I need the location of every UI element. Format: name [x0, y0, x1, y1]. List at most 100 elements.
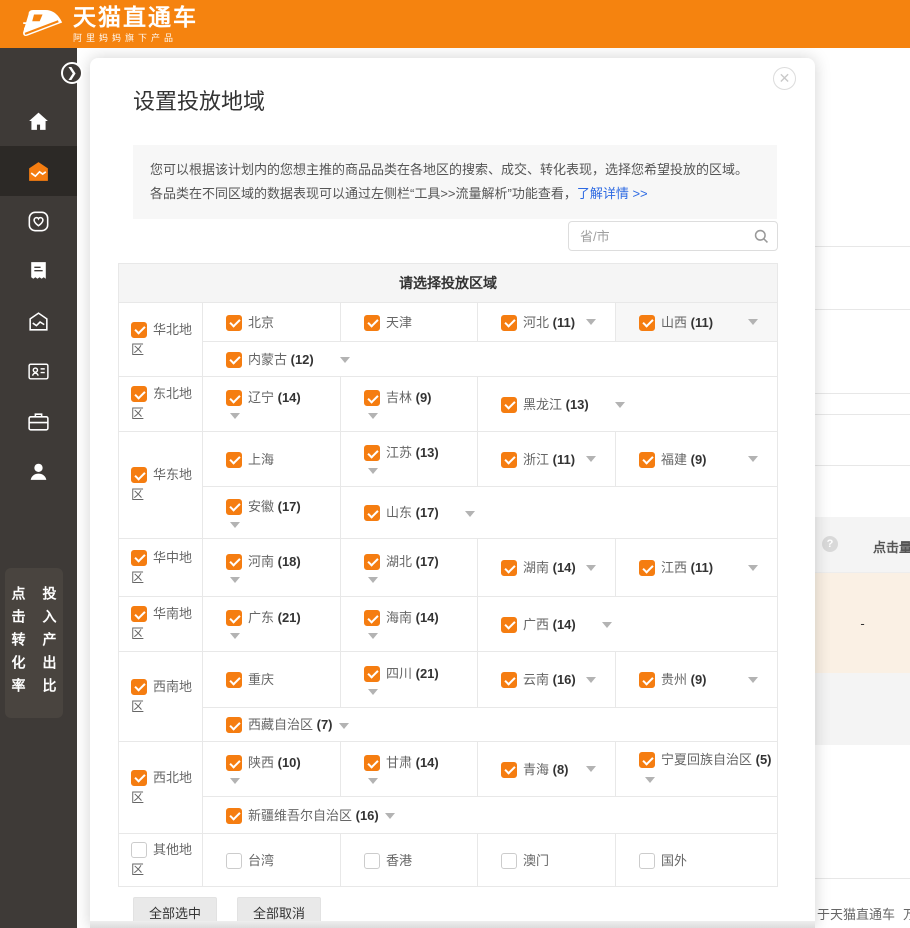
region-checkbox[interactable] — [501, 762, 517, 778]
region-checkbox[interactable] — [501, 672, 517, 688]
region-checkbox[interactable] — [364, 315, 380, 331]
chevron-down-icon[interactable] — [368, 633, 378, 639]
region-checkbox[interactable] — [131, 842, 147, 858]
chevron-down-icon[interactable] — [586, 677, 596, 683]
brand-logo[interactable]: 天猫直通车 阿里妈妈旗下产品 — [22, 5, 198, 44]
region-group-cell[interactable]: 其他地区 — [119, 834, 203, 887]
region-checkbox[interactable] — [364, 853, 380, 869]
region-checkbox[interactable] — [226, 554, 242, 570]
province-option-cell[interactable]: 湖北 (17) — [341, 539, 478, 597]
region-checkbox[interactable] — [131, 679, 147, 695]
region-checkbox[interactable] — [226, 452, 242, 468]
province-option-cell[interactable]: 贵州 (9) — [616, 652, 778, 708]
province-option-cell[interactable]: 新疆维吾尔自治区 (16) — [203, 797, 778, 834]
region-checkbox[interactable] — [364, 390, 380, 406]
chevron-down-icon[interactable] — [230, 633, 240, 639]
province-option-cell[interactable]: 四川 (21) — [341, 652, 478, 708]
region-checkbox[interactable] — [364, 445, 380, 461]
province-option-cell[interactable]: 广西 (14) — [478, 597, 778, 652]
sidebar-expand-button[interactable]: ❯ — [61, 62, 83, 84]
chevron-down-icon[interactable] — [586, 319, 596, 325]
province-option-cell[interactable]: 江苏 (13) — [341, 432, 478, 487]
region-checkbox[interactable] — [226, 853, 242, 869]
sidebar-item-report[interactable] — [0, 246, 77, 296]
sidebar-item-home[interactable] — [0, 96, 77, 146]
province-option-cell[interactable]: 辽宁 (14) — [203, 377, 341, 432]
sidebar-item-tools[interactable] — [0, 396, 77, 446]
chevron-down-icon[interactable] — [748, 565, 758, 571]
region-checkbox[interactable] — [226, 610, 242, 626]
region-checkbox[interactable] — [639, 560, 655, 576]
chevron-down-icon[interactable] — [340, 357, 350, 363]
region-checkbox[interactable] — [639, 315, 655, 331]
province-option-cell[interactable]: 海南 (14) — [341, 597, 478, 652]
chevron-down-icon[interactable] — [368, 689, 378, 695]
region-group-cell[interactable]: 华北地区 — [119, 303, 203, 377]
province-option-cell[interactable]: 安徽 (17) — [203, 487, 341, 539]
region-checkbox[interactable] — [639, 452, 655, 468]
province-option-cell[interactable]: 山西 (11) — [616, 303, 778, 342]
province-option-cell[interactable]: 国外 — [616, 834, 778, 887]
region-checkbox[interactable] — [226, 717, 242, 733]
region-checkbox[interactable] — [364, 610, 380, 626]
chevron-down-icon[interactable] — [748, 319, 758, 325]
region-checkbox[interactable] — [131, 467, 147, 483]
chevron-down-icon[interactable] — [368, 577, 378, 583]
chevron-down-icon[interactable] — [602, 622, 612, 628]
province-option-cell[interactable]: 河南 (18) — [203, 539, 341, 597]
province-option-cell[interactable]: 西藏自治区 (7) — [203, 708, 778, 742]
region-checkbox[interactable] — [639, 752, 655, 768]
province-option-cell[interactable]: 北京 — [203, 303, 341, 342]
region-checkbox[interactable] — [226, 315, 242, 331]
region-checkbox[interactable] — [131, 550, 147, 566]
province-option-cell[interactable]: 吉林 (9) — [341, 377, 478, 432]
horizontal-scrollbar[interactable] — [90, 921, 815, 928]
region-checkbox[interactable] — [501, 397, 517, 413]
region-checkbox[interactable] — [501, 315, 517, 331]
province-option-cell[interactable]: 陕西 (10) — [203, 742, 341, 797]
region-checkbox[interactable] — [226, 755, 242, 771]
province-option-cell[interactable]: 黑龙江 (13) — [478, 377, 778, 432]
region-group-cell[interactable]: 东北地区 — [119, 377, 203, 432]
region-checkbox[interactable] — [501, 452, 517, 468]
province-option-cell[interactable]: 江西 (11) — [616, 539, 778, 597]
chevron-down-icon[interactable] — [385, 813, 395, 819]
province-option-cell[interactable]: 山东 (17) — [341, 487, 778, 539]
region-checkbox[interactable] — [501, 617, 517, 633]
province-option-cell[interactable]: 云南 (16) — [478, 652, 616, 708]
learn-more-link[interactable]: 了解详情 >> — [577, 186, 648, 201]
region-checkbox[interactable] — [364, 666, 380, 682]
region-checkbox[interactable] — [364, 755, 380, 771]
province-option-cell[interactable]: 重庆 — [203, 652, 341, 708]
chevron-down-icon[interactable] — [368, 468, 378, 474]
chevron-down-icon[interactable] — [368, 778, 378, 784]
region-checkbox[interactable] — [131, 322, 147, 338]
province-option-cell[interactable]: 台湾 — [203, 834, 341, 887]
chevron-down-icon[interactable] — [748, 677, 758, 683]
chevron-down-icon[interactable] — [465, 511, 475, 517]
chevron-down-icon[interactable] — [230, 413, 240, 419]
sidebar-item-campaign-active[interactable] — [0, 146, 77, 196]
sidebar-item-account[interactable] — [0, 346, 77, 396]
province-option-cell[interactable]: 天津 — [341, 303, 478, 342]
province-option-cell[interactable]: 上海 — [203, 432, 341, 487]
search-input[interactable] — [569, 222, 749, 250]
sidebar-item-user[interactable] — [0, 446, 77, 496]
province-option-cell[interactable]: 内蒙古 (12) — [203, 342, 778, 377]
chevron-down-icon[interactable] — [586, 565, 596, 571]
region-checkbox[interactable] — [226, 390, 242, 406]
province-option-cell[interactable]: 河北 (11) — [478, 303, 616, 342]
region-checkbox[interactable] — [639, 853, 655, 869]
region-checkbox[interactable] — [226, 499, 242, 515]
region-group-cell[interactable]: 西南地区 — [119, 652, 203, 742]
region-checkbox[interactable] — [131, 386, 147, 402]
province-option-cell[interactable]: 湖南 (14) — [478, 539, 616, 597]
sidebar-item-favorites[interactable] — [0, 196, 77, 246]
province-option-cell[interactable]: 浙江 (11) — [478, 432, 616, 487]
chevron-down-icon[interactable] — [230, 522, 240, 528]
province-option-cell[interactable]: 福建 (9) — [616, 432, 778, 487]
chevron-down-icon[interactable] — [748, 456, 758, 462]
chevron-down-icon[interactable] — [645, 777, 655, 783]
region-checkbox[interactable] — [364, 505, 380, 521]
province-option-cell[interactable]: 宁夏回族自治区 (5) — [616, 742, 778, 797]
